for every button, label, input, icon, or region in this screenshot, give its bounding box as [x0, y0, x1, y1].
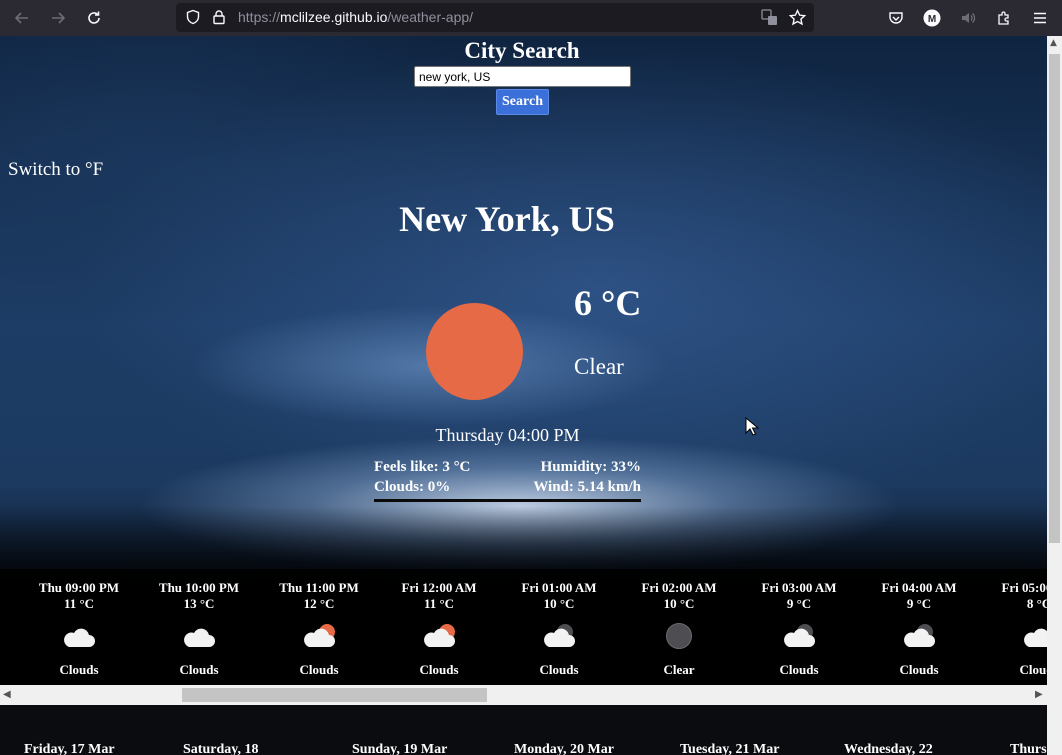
shield-icon	[186, 9, 200, 25]
weather-stats: Feels like: 3 °C Humidity: 33% Clouds: 0…	[374, 457, 641, 502]
arrow-right-icon	[52, 12, 66, 24]
cloud-icon	[180, 620, 218, 654]
city-search-input[interactable]	[414, 66, 631, 87]
hourly-condition: Clouds	[899, 662, 939, 677]
url-text[interactable]: https://mclilzee.github.io/weather-app/	[238, 9, 473, 25]
hourly-condition: Clouds	[419, 662, 459, 677]
arrow-left-icon	[14, 12, 28, 24]
reload-button[interactable]	[82, 6, 106, 30]
hourly-time: Fri 12:00 AM	[401, 580, 477, 595]
hourly-time: Fri 02:00 AM	[641, 580, 717, 595]
page-viewport: City Search Search Switch to °F New York…	[0, 36, 1047, 755]
city-name: New York, US	[399, 199, 615, 239]
humidity-stat: Humidity: 33%	[540, 459, 641, 475]
hourly-time: Fri 04:00 AM	[881, 580, 957, 595]
audio-button[interactable]	[956, 6, 980, 30]
horizontal-scroll-thumb[interactable]	[182, 688, 487, 702]
reload-icon	[88, 11, 100, 24]
cloud-moon-icon	[780, 620, 818, 654]
daily-forecast-day: Friday, 17 Mar	[24, 742, 115, 755]
scroll-up-arrow-icon[interactable]: ▲	[1050, 38, 1057, 48]
current-temperature: 6 °C	[574, 283, 642, 323]
hourly-temperature: 12 °C	[303, 596, 335, 611]
cloud-sun-icon	[300, 620, 338, 654]
puzzle-icon	[998, 11, 1009, 25]
vertical-scroll-thumb[interactable]	[1049, 54, 1060, 543]
hourly-time: Fri 05:00 AM	[1001, 580, 1047, 595]
lock-icon[interactable]	[211, 9, 227, 25]
hourly-temperature: 9 °C	[906, 596, 932, 611]
search-title: City Search	[464, 38, 580, 63]
unit-switch-toggle[interactable]: Switch to °F	[8, 159, 103, 181]
bookmark-star-icon[interactable]	[789, 9, 806, 26]
menu-button[interactable]	[1028, 6, 1052, 30]
extensions-button[interactable]	[992, 6, 1016, 30]
hourly-time: Fri 03:00 AM	[761, 580, 837, 595]
daily-forecast: Friday, 17 Mar Saturday, 18 Sunday, 19 Mar…	[0, 705, 1047, 755]
hourly-condition: Clouds	[299, 662, 339, 677]
daily-forecast-day: Thurs	[1010, 742, 1047, 755]
hourly-time: Thu 09:00 PM	[38, 580, 120, 595]
hourly-condition: Clear	[663, 662, 695, 677]
cloud-moon-icon	[540, 620, 578, 654]
hourly-temperature: 8 °C	[1026, 596, 1047, 611]
hourly-temperature: 9 °C	[786, 596, 812, 611]
daily-forecast-day: Sunday, 19 Mar	[352, 742, 448, 755]
sun-icon	[426, 303, 523, 400]
hourly-temperature: 13 °C	[183, 596, 215, 611]
pocket-icon	[889, 12, 903, 24]
hourly-time: Thu 11:00 PM	[279, 580, 359, 595]
daily-forecast-day: Wednesday, 22	[844, 742, 933, 755]
daily-forecast-day: Tuesday, 21 Mar	[680, 742, 780, 755]
hourly-condition: Clouds	[179, 662, 219, 677]
scroll-right-arrow-icon[interactable]: ▶	[1035, 689, 1043, 700]
hourly-condition: Clouds	[779, 662, 819, 677]
account-avatar-icon: M	[923, 9, 941, 27]
hourly-temperature: 11 °C	[423, 596, 455, 611]
hourly-time: Thu 10:00 PM	[158, 580, 240, 595]
translate-icon[interactable]	[761, 9, 778, 26]
url-bar[interactable]: https://mclilzee.github.io/weather-app/	[176, 3, 814, 32]
account-button[interactable]: M	[920, 6, 944, 30]
hourly-forecast[interactable]: Thu 09:00 PM 11 °C Clouds Thu 10:00 PM 13 °C…	[0, 569, 1047, 685]
hourly-temperature: 11 °C	[63, 596, 95, 611]
search-button[interactable]: Search	[496, 89, 549, 115]
back-button[interactable]	[10, 6, 34, 30]
cloud-sun-icon	[420, 620, 458, 654]
forward-button[interactable]	[46, 6, 70, 30]
feels-like-stat: Feels like: 3 °C	[374, 459, 471, 475]
cloud-moon-icon	[900, 620, 938, 654]
scroll-left-arrow-icon[interactable]: ◀	[3, 689, 11, 700]
pocket-button[interactable]	[884, 6, 908, 30]
hourly-condition: Clouds	[539, 662, 579, 677]
hourly-time: Fri 01:00 AM	[521, 580, 597, 595]
hourly-condition: Clouds	[1019, 662, 1047, 677]
hourly-temperature: 10 °C	[543, 596, 575, 611]
vertical-scrollbar[interactable]: ▲	[1047, 36, 1062, 755]
speaker-icon	[962, 13, 976, 23]
svg-text:M: M	[928, 14, 936, 25]
hourly-condition: Clouds	[59, 662, 99, 677]
horizontal-scrollbar[interactable]: ◀ ▶	[0, 685, 1047, 705]
wind-stat: Wind: 5.14 km/h	[533, 479, 641, 495]
hourly-temperature: 10 °C	[663, 596, 695, 611]
hamburger-menu-icon	[1034, 12, 1046, 24]
mouse-cursor-icon	[745, 417, 759, 436]
cloud-icon	[1020, 620, 1047, 654]
current-datetime: Thursday 04:00 PM	[435, 425, 580, 445]
current-condition: Clear	[574, 354, 624, 379]
clouds-stat: Clouds: 0%	[374, 479, 451, 495]
moon-icon	[660, 620, 698, 654]
browser-toolbar: https://mclilzee.github.io/weather-app/ …	[0, 0, 1062, 36]
daily-forecast-day: Monday, 20 Mar	[514, 742, 614, 755]
daily-forecast-day: Saturday, 18	[183, 742, 259, 755]
cloud-icon	[60, 620, 98, 654]
